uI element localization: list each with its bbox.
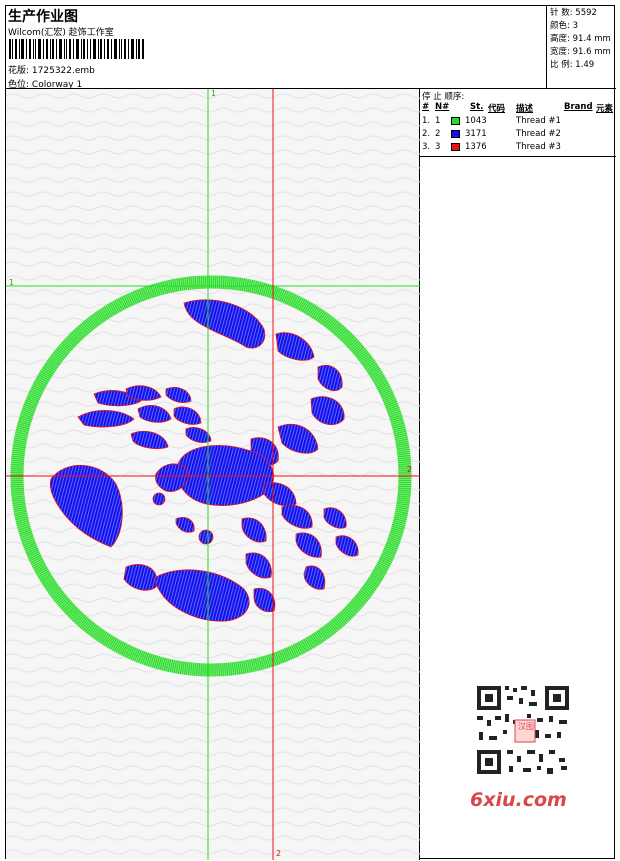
col-index: # (422, 102, 430, 112)
green-left-label: 1 (9, 278, 15, 287)
page-title: 生产作业图 (8, 9, 78, 25)
barcode (9, 39, 144, 59)
swatch-blue (451, 130, 460, 138)
green-top-label: 1 (211, 89, 217, 98)
table-row: 1. 1 1043 Thread #1 (422, 116, 561, 126)
col-st: St. (470, 102, 484, 112)
design-canvas (6, 89, 420, 860)
design-label: 花版: (8, 66, 30, 76)
stat-height: 高度: 91.4 mm (550, 34, 611, 44)
company-name: Wilcom(汇宏) 趁饰工作室 (8, 28, 114, 38)
stop-sequence-title: 停 止 顺序: (422, 92, 465, 102)
watermark-text: 6xiu.com (470, 789, 567, 811)
stat-scale: 比 例: 1.49 (550, 60, 595, 70)
design-file: 花版: 1725322.emb (8, 63, 95, 76)
col-number: N# (435, 102, 450, 112)
embroidery-preview: 1 1 2 2 (6, 89, 420, 860)
stop-sequence-panel: 停 止 顺序: # N# St. 代码 描述 Brand 元素 1. 1 104… (420, 89, 616, 157)
col-element: 元素 (596, 104, 614, 114)
stat-width: 宽度: 91.6 mm (550, 47, 611, 57)
watermark-stamp: 汉图 (518, 722, 534, 731)
header-panel: 生产作业图 Wilcom(汇宏) 趁饰工作室 花版: 1725322.emb 色… (6, 6, 547, 90)
col-desc: 描述 (516, 104, 534, 114)
table-row: 2. 2 3171 Thread #2 (422, 129, 561, 139)
red-bottom-label: 2 (276, 849, 282, 858)
table-row: 3. 3 1376 Thread #3 (422, 142, 561, 152)
swatch-red (451, 143, 460, 151)
stats-panel: 针 数: 5592 颜色: 3 高度: 91.4 mm 宽度: 91.6 mm … (547, 6, 616, 89)
stop-sequence-header: # N# St. 代码 描述 Brand 元素 (420, 102, 616, 114)
col-brand: Brand (564, 102, 593, 112)
red-right-label: 2 (407, 465, 413, 474)
stat-stitches: 针 数: 5592 (550, 8, 597, 18)
col-code: 代码 (488, 104, 506, 114)
stat-colors: 颜色: 3 (550, 21, 578, 31)
design-value: 1725322.emb (31, 66, 95, 76)
swatch-green (451, 117, 460, 125)
